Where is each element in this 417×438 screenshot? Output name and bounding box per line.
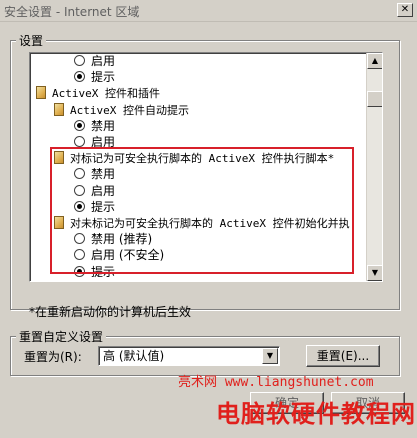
row-label: ActiveX 控件自动提示 [70,103,189,117]
highlight-annotation-box [50,147,354,274]
row-label: 启用 [91,54,116,68]
radio-unchecked-icon[interactable] [74,55,85,66]
settings-listbox[interactable]: 启用 提示 ActiveX 控件和插件 ActiveX 控件自动提示 禁用 启用 对标记为可… [29,52,383,282]
settings-legend: 设置 [16,32,47,49]
setting-category: 二进制行为和脚本行为 [54,280,180,281]
radio-option[interactable]: 启用 [74,53,115,69]
setting-category: ActiveX 控件自动提示 [54,102,189,118]
reset-legend: 重置自定义设置 [16,328,107,345]
scroll-thumb[interactable] [367,91,382,107]
settings-file-icon [36,86,46,100]
row-label: ActiveX 控件和插件 [52,87,160,101]
scroll-up-button[interactable]: ▲ [367,53,382,69]
watermark-site: 亮术网 www.liangshunet.com [178,375,374,390]
close-button[interactable]: ✕ [397,3,413,17]
reset-to-label: 重置为(R): [24,350,82,364]
window-title: 安全设置 - Internet 区域 [4,5,140,19]
settings-file-icon [54,102,64,116]
chevron-down-icon[interactable]: ▼ [262,348,278,364]
radio-checked-icon[interactable] [74,71,85,83]
vertical-scrollbar[interactable]: ▲ ▼ [366,53,382,281]
row-label: 禁用 [91,118,116,133]
radio-option[interactable]: 禁用 [74,118,115,134]
title-bar: 安全设置 - Internet 区域 ✕ [0,0,417,22]
radio-unchecked-icon[interactable] [74,136,85,147]
scroll-down-button[interactable]: ▼ [367,265,382,281]
restart-note: *在重新启动你的计算机后生效 [29,305,192,319]
security-level-select[interactable]: 高 (默认值) ▼ [98,346,280,366]
radio-option[interactable]: 提示 [74,69,115,85]
setting-category: ActiveX 控件和插件 [36,85,160,101]
radio-checked-icon[interactable] [74,119,85,131]
row-label: 提示 [91,70,116,85]
watermark-title: 电脑软硬件教程网 [216,400,416,428]
security-level-value: 高 (默认值) [103,349,165,363]
reset-button[interactable]: 重置(E)... [306,345,380,367]
